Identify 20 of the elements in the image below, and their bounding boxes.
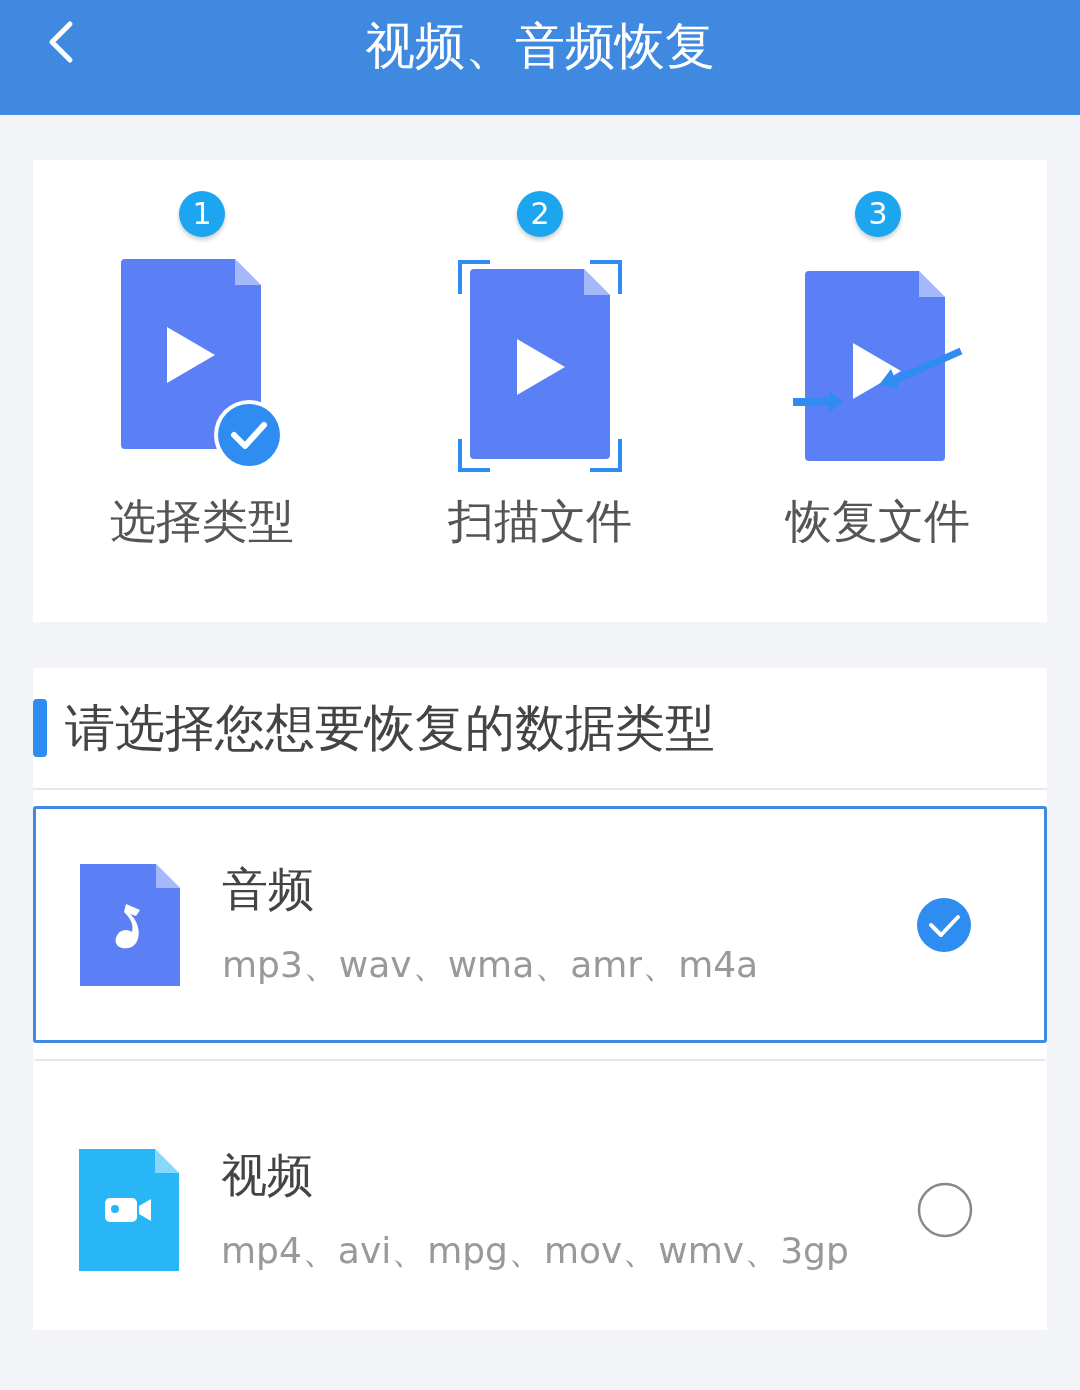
step-number: 1 [179, 191, 225, 237]
step-label: 扫描文件 [448, 493, 632, 550]
step-label: 恢复文件 [786, 493, 970, 550]
page-title: 视频、音频恢复 [365, 16, 715, 77]
step-number: 3 [855, 191, 901, 237]
data-type-option[interactable]: 音频 mp3、wav、wma、amr、m4a [33, 806, 1047, 1043]
option-title: 音频 [222, 861, 315, 918]
checked-radio-icon[interactable] [916, 896, 972, 953]
accent-bar [33, 699, 47, 757]
video-file-icon [79, 1149, 179, 1271]
file-play-scan-icon [455, 259, 625, 473]
data-type-option[interactable]: 视频 mp4、avi、mpg、mov、wmv、3gp [33, 1059, 1047, 1331]
option-formats: mp3、wav、wma、amr、m4a [222, 943, 760, 987]
step-label: 选择类型 [110, 493, 294, 550]
audio-file-icon [80, 863, 180, 986]
option-formats: mp4、avi、mpg、mov、wmv、3gp [221, 1228, 850, 1273]
step-number: 2 [517, 191, 563, 237]
radio-icon[interactable] [917, 1182, 973, 1238]
option-title: 视频 [221, 1146, 314, 1204]
section-title: 请选择您想要恢复的数据类型 [65, 697, 715, 759]
